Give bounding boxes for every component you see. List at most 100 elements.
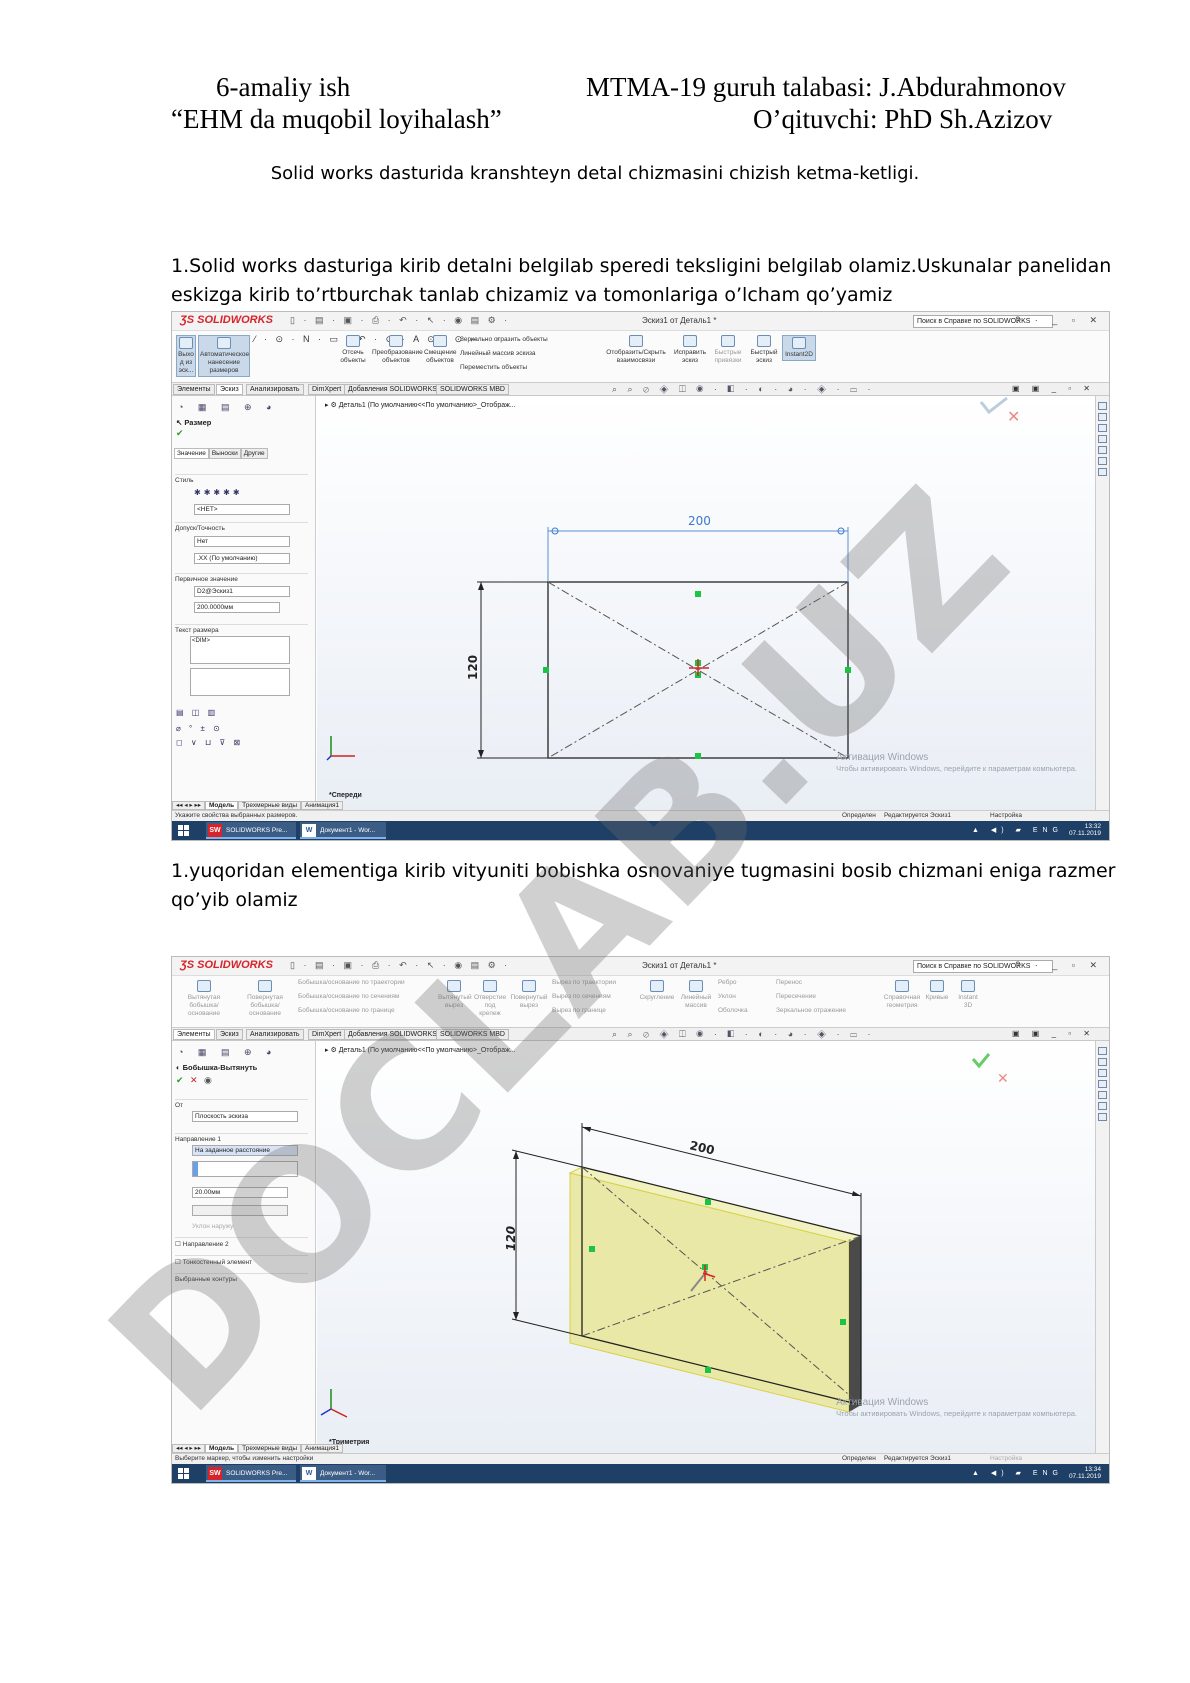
tray-icons[interactable]: ▲ ◀) ▰ ENG <box>972 826 1063 834</box>
style-icons[interactable]: ✱✱✱✱✱ <box>194 488 243 497</box>
windows-start-icon[interactable] <box>178 1468 190 1480</box>
tab-3d-views[interactable]: Трехмерные виды <box>238 1444 302 1453</box>
tab-features[interactable]: Элементы <box>173 384 215 395</box>
tab-model[interactable]: Модель <box>205 801 239 810</box>
quick-access-toolbar[interactable]: ▯ · ▤ · ▣ · ⎙ · ↶ · ↖ · ◉ ▤ ⚙ · <box>290 315 510 326</box>
lofted-cut-button[interactable]: Вырез по сечениям <box>552 993 611 1000</box>
tab-model[interactable]: Модель <box>205 1444 239 1453</box>
show-relations-button[interactable]: Отобразить/Скрыть взаимосвязи <box>604 335 668 365</box>
palette-icon[interactable] <box>1098 1080 1107 1088</box>
custom-props-icon[interactable] <box>1098 457 1107 465</box>
from-select[interactable]: Плоскость эскиза <box>192 1111 298 1122</box>
explorer-icon[interactable] <box>1098 424 1107 432</box>
draft-button[interactable]: Уклон <box>718 993 736 1000</box>
subtab-other[interactable]: Другие <box>240 448 268 459</box>
manager-tabs[interactable]: ◔ ▦ ▤ ⊕ ◕ <box>178 402 277 413</box>
tab-sketch[interactable]: Эскиз <box>216 1029 243 1040</box>
nav-arrows[interactable]: ◂◂ ◂ ▸ ▸▸ <box>172 1444 205 1453</box>
swept-cut-button[interactable]: Вырез по траектории <box>552 979 616 986</box>
ok-check-icon[interactable]: ✔ <box>176 428 184 439</box>
swept-boss-button[interactable]: Бобышка/основание по траектории <box>298 979 405 986</box>
preview-eye-icon[interactable]: ◉ <box>204 1075 212 1086</box>
primary-name-field[interactable]: D2@Эскиз1 <box>194 586 290 597</box>
rib-button[interactable]: Ребро <box>718 979 737 986</box>
intersect-button[interactable]: Пересечение <box>776 993 816 1000</box>
tray-icons[interactable]: ▲ ◀) ▰ ENG <box>972 1469 1063 1477</box>
direction2-header[interactable]: ☐ Направление 2 <box>175 1237 308 1248</box>
home-icon[interactable] <box>1098 1047 1107 1055</box>
tolerance-select[interactable]: Нет <box>194 536 290 547</box>
shell-button[interactable]: Оболочка <box>718 1007 748 1014</box>
cancel-x-icon[interactable]: ✕ <box>190 1075 198 1086</box>
instant2d-button[interactable]: Instant2D <box>782 335 816 361</box>
instant3d-button[interactable]: Instant 3D <box>954 980 982 1010</box>
appearance-icon[interactable] <box>1098 1091 1107 1099</box>
direction1-header[interactable]: Направление 1 <box>175 1133 308 1143</box>
tab-addins[interactable]: Добавления SOLIDWORKS <box>344 384 441 395</box>
hole-wizard-button[interactable]: Отверстие под крепеж <box>474 980 506 1018</box>
extruded-cut-button[interactable]: Вытянутый вырез <box>438 980 472 1010</box>
heads-up-toolbar[interactable]: ⌕ ⌕ ⊘ ◈ ◫ ◉ · ◧ · ◐ · ◕ · ◈ · ▭ · <box>612 384 874 395</box>
offset-button[interactable]: Смещение объектов <box>424 335 457 365</box>
width-dimension-label[interactable]: 200 <box>688 514 711 528</box>
linear-pattern-button[interactable]: Линейный массив эскиза <box>460 350 536 357</box>
tab-sketch[interactable]: Эскиз <box>216 384 243 395</box>
tolerance-section-header[interactable]: Допуск/Точность <box>175 522 308 532</box>
mirror-button[interactable]: Зеркально отразить объекты <box>460 336 548 343</box>
home-icon[interactable] <box>1098 402 1107 410</box>
status-settings[interactable]: Настройка <box>990 812 1022 819</box>
tray-clock[interactable]: 13:32 07.11.2019 <box>1069 823 1101 837</box>
tab-evaluate[interactable]: Анализировать <box>246 1029 304 1040</box>
quick-snaps-button[interactable]: Быстрые привязки <box>712 335 744 365</box>
confirmation-corner[interactable]: ✕ <box>971 1053 1009 1087</box>
revolve-boss-button[interactable]: Повернутая бобышка/основание <box>236 980 294 1018</box>
tab-3d-views[interactable]: Трехмерные виды <box>238 801 302 810</box>
tab-dimxpert[interactable]: DimXpert <box>308 384 346 395</box>
style-section-header[interactable]: Стиль <box>175 474 308 484</box>
dim-text-box[interactable]: <DIM> <box>190 636 290 664</box>
ok-check-icon[interactable]: ✔ <box>176 1075 184 1086</box>
dim-text-box-2[interactable] <box>190 668 290 696</box>
taskbar-solidworks[interactable]: SW SOLIDWORKS Pre... <box>206 1465 296 1482</box>
convert-entities-button[interactable]: Преобразование объектов <box>372 335 423 365</box>
window-controls[interactable]: ? · _ ▫ ✕ <box>1015 315 1103 326</box>
draft-angle-field[interactable] <box>192 1205 288 1216</box>
library-icon[interactable] <box>1098 413 1107 421</box>
selected-contours-header[interactable]: Выбранные контуры <box>175 1273 308 1283</box>
graphics-area[interactable]: ▸ ⚙ Деталь1 (По умолчанию<<По умолчанию>… <box>317 1041 1095 1453</box>
height-dimension-label[interactable]: 120 <box>504 1226 518 1251</box>
viewport-controls[interactable]: ▣ ▣ _ ▫ ✕ <box>1012 1029 1095 1038</box>
curves-button[interactable]: Кривые <box>924 980 950 1002</box>
confirmation-corner[interactable]: ✕ <box>979 396 1020 426</box>
wrap-button[interactable]: Перенос <box>776 979 802 986</box>
windows-start-icon[interactable] <box>178 825 190 837</box>
revolved-cut-button[interactable]: Повернутый вырез <box>510 980 548 1010</box>
boundary-cut-button[interactable]: Вырез по границе <box>552 1007 606 1014</box>
lofted-boss-button[interactable]: Бобышка/основание по сечениям <box>298 993 399 1000</box>
thin-feature-header[interactable]: ☐ Тонкостенный элемент <box>175 1255 308 1266</box>
repair-sketch-button[interactable]: Исправить эскиз <box>672 335 708 365</box>
tab-features[interactable]: Элементы <box>173 1029 215 1040</box>
heads-up-toolbar[interactable]: ⌕ ⌕ ⊘ ◈ ◫ ◉ · ◧ · ◐ · ◕ · ◈ · ▭ · <box>612 1029 874 1040</box>
smart-dimension-button[interactable]: Автоматическое нанесение размеров <box>198 335 250 377</box>
text-format-icons[interactable]: ▤ ◫ ▥ <box>176 708 218 717</box>
direction-selection-box[interactable] <box>192 1161 298 1177</box>
appearance-icon[interactable] <box>1098 446 1107 454</box>
manager-tabs[interactable]: ◔ ▦ ▤ ⊕ ◕ <box>178 1047 277 1058</box>
extrude-boss-button[interactable]: Вытянутая бобышка/основание <box>176 980 232 1018</box>
precision-select[interactable]: .XX (По умолчанию) <box>194 553 290 564</box>
draft-outward-checkbox[interactable]: Уклон наружу <box>192 1221 292 1230</box>
rapid-sketch-button[interactable]: Быстрый эскиз <box>750 335 778 365</box>
mirror-button[interactable]: Зеркальное отражение <box>776 1007 846 1014</box>
tab-mbd[interactable]: SOLIDWORKS MBD <box>436 1029 509 1040</box>
trim-button[interactable]: Отсечь объекты <box>338 335 368 365</box>
symbol-icons-2[interactable]: ◻ ∨ ⊔ ⊽ ⊠ <box>176 738 243 747</box>
height-dimension-label[interactable]: 120 <box>466 655 480 680</box>
symbol-icons[interactable]: ⌀ ° ± ⊙ <box>176 724 223 733</box>
graphics-area[interactable]: ▸ ⚙ Деталь1 (По умолчанию<<По умолчанию>… <box>317 396 1095 810</box>
taskbar-word[interactable]: W Документ1 - Wor... <box>300 1465 386 1482</box>
tab-mbd[interactable]: SOLIDWORKS MBD <box>436 384 509 395</box>
primary-value-header[interactable]: Первичное значение <box>175 573 308 583</box>
subtab-value[interactable]: Значение <box>174 448 209 459</box>
primary-value-field[interactable]: 200.0000мм <box>194 602 280 613</box>
